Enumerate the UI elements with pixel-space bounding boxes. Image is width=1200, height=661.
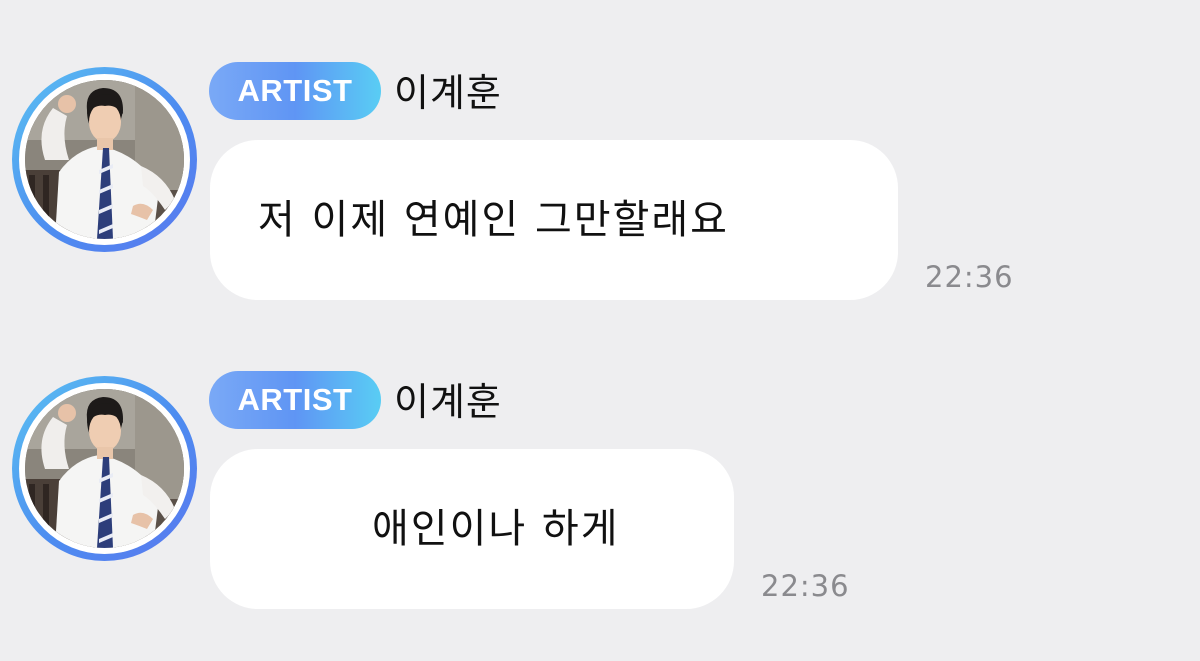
message-text: 애인이나 하게 — [372, 506, 620, 552]
artist-badge: ARTIST — [209, 371, 381, 429]
avatar-photo — [25, 389, 184, 548]
message-timestamp: 22:36 — [761, 569, 850, 603]
message-bubble[interactable]: 애인이나 하게 — [210, 449, 734, 609]
chat-message: ARTIST 이계훈 애인이나 하게 22:36 — [0, 371, 1200, 661]
avatar[interactable] — [12, 67, 197, 252]
message-bubble[interactable]: 저 이제 연예인 그만할래요 — [210, 140, 898, 300]
avatar[interactable] — [12, 376, 197, 561]
avatar-border — [19, 383, 190, 554]
avatar-border — [19, 74, 190, 245]
message-text: 저 이제 연예인 그만할래요 — [258, 197, 729, 243]
sender-name[interactable]: 이계훈 — [394, 64, 502, 122]
artist-badge: ARTIST — [209, 62, 381, 120]
sender-name[interactable]: 이계훈 — [394, 373, 502, 431]
chat-message: ARTIST 이계훈 저 이제 연예인 그만할래요 22:36 — [0, 62, 1200, 352]
message-timestamp: 22:36 — [925, 260, 1014, 294]
avatar-photo — [25, 80, 184, 239]
